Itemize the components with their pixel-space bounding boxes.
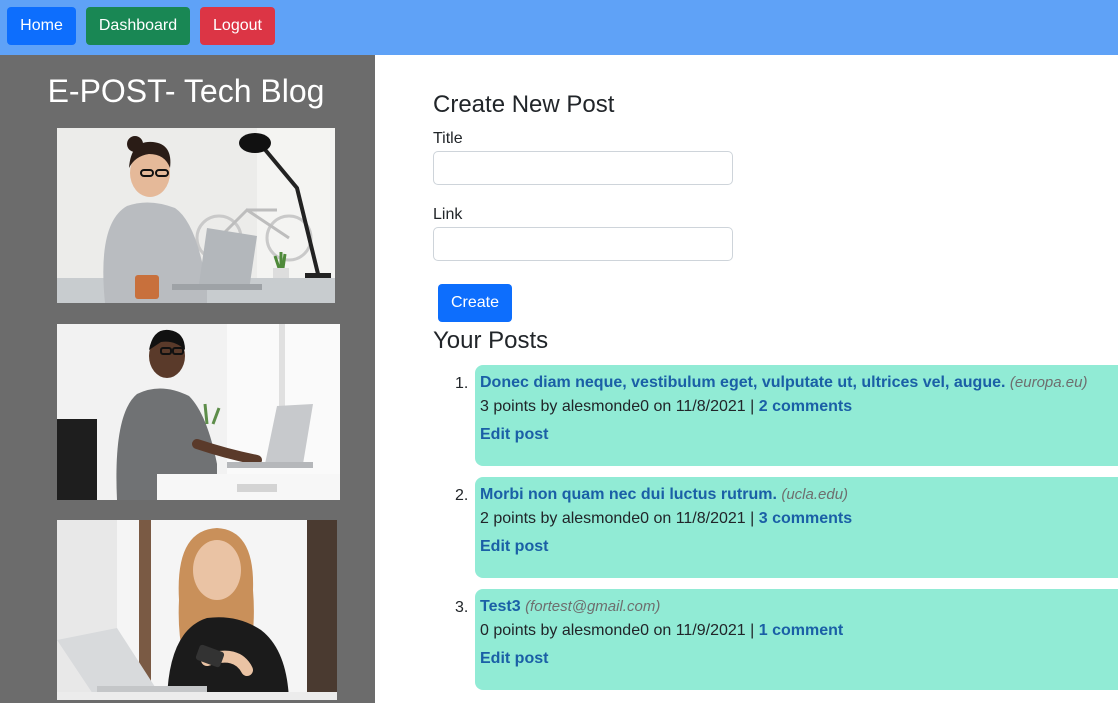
post-card: 3. Test3 (fortest@gmail.com) 0 points by… (455, 589, 1118, 690)
home-button[interactable]: Home (7, 7, 76, 45)
edit-post-link[interactable]: Edit post (480, 425, 548, 445)
post-meta-text: 3 points by alesmonde0 on 11/8/2021 | (480, 398, 755, 415)
post-meta: 2 points by alesmonde0 on 11/8/2021 | 3 … (480, 509, 852, 529)
link-input[interactable] (433, 227, 733, 261)
post-domain: (fortest@gmail.com) (525, 598, 661, 615)
sidebar-photo-man-laptop (57, 324, 340, 500)
sidebar-photo-woman-laptop (57, 128, 335, 303)
post-number: 3. (455, 599, 469, 616)
site-brand: E-POST- Tech Blog (47, 73, 325, 109)
create-button[interactable]: Create (438, 284, 512, 322)
sidebar: E-POST- Tech Blog (0, 55, 375, 703)
post-comments-link[interactable]: 1 comment (759, 622, 843, 639)
post-domain: (ucla.edu) (781, 486, 849, 503)
post-meta: 0 points by alesmonde0 on 11/9/2021 | 1 … (480, 621, 843, 641)
title-label: Title (433, 130, 463, 147)
title-input[interactable] (433, 151, 733, 185)
post-comments-link[interactable]: 3 comments (759, 510, 852, 527)
post-title-link[interactable]: Morbi non quam nec dui luctus rutrum. (480, 486, 777, 503)
edit-post-link[interactable]: Edit post (480, 649, 548, 669)
post-number: 2. (455, 487, 469, 504)
dashboard-button[interactable]: Dashboard (86, 7, 190, 45)
post-card: 1. Donec diam neque, vestibulum eget, vu… (455, 365, 1118, 466)
link-label: Link (433, 206, 463, 223)
edit-post-link[interactable]: Edit post (480, 537, 548, 557)
post-card: 2. Morbi non quam nec dui luctus rutrum.… (455, 477, 1118, 578)
post-meta-text: 0 points by alesmonde0 on 11/9/2021 | (480, 622, 755, 639)
sidebar-photo-woman-phone (57, 520, 337, 700)
post-title-link[interactable]: Test3 (480, 598, 521, 615)
post-meta-text: 2 points by alesmonde0 on 11/8/2021 | (480, 510, 755, 527)
post-title-row: Test3 (fortest@gmail.com) (480, 597, 660, 617)
post-meta: 3 points by alesmonde0 on 11/8/2021 | 2 … (480, 397, 852, 417)
create-post-heading: Create New Post (433, 91, 615, 118)
main-content: Create New Post Title Link Create Your P… (433, 0, 1118, 703)
post-domain: (europa.eu) (1009, 374, 1088, 391)
post-title-link[interactable]: Donec diam neque, vestibulum eget, vulpu… (480, 374, 1005, 391)
post-comments-link[interactable]: 2 comments (759, 398, 852, 415)
post-title-row: Donec diam neque, vestibulum eget, vulpu… (480, 373, 1087, 393)
your-posts-heading: Your Posts (433, 327, 549, 354)
post-number: 1. (455, 375, 469, 392)
post-title-row: Morbi non quam nec dui luctus rutrum. (u… (480, 485, 848, 505)
logout-button[interactable]: Logout (200, 7, 275, 45)
